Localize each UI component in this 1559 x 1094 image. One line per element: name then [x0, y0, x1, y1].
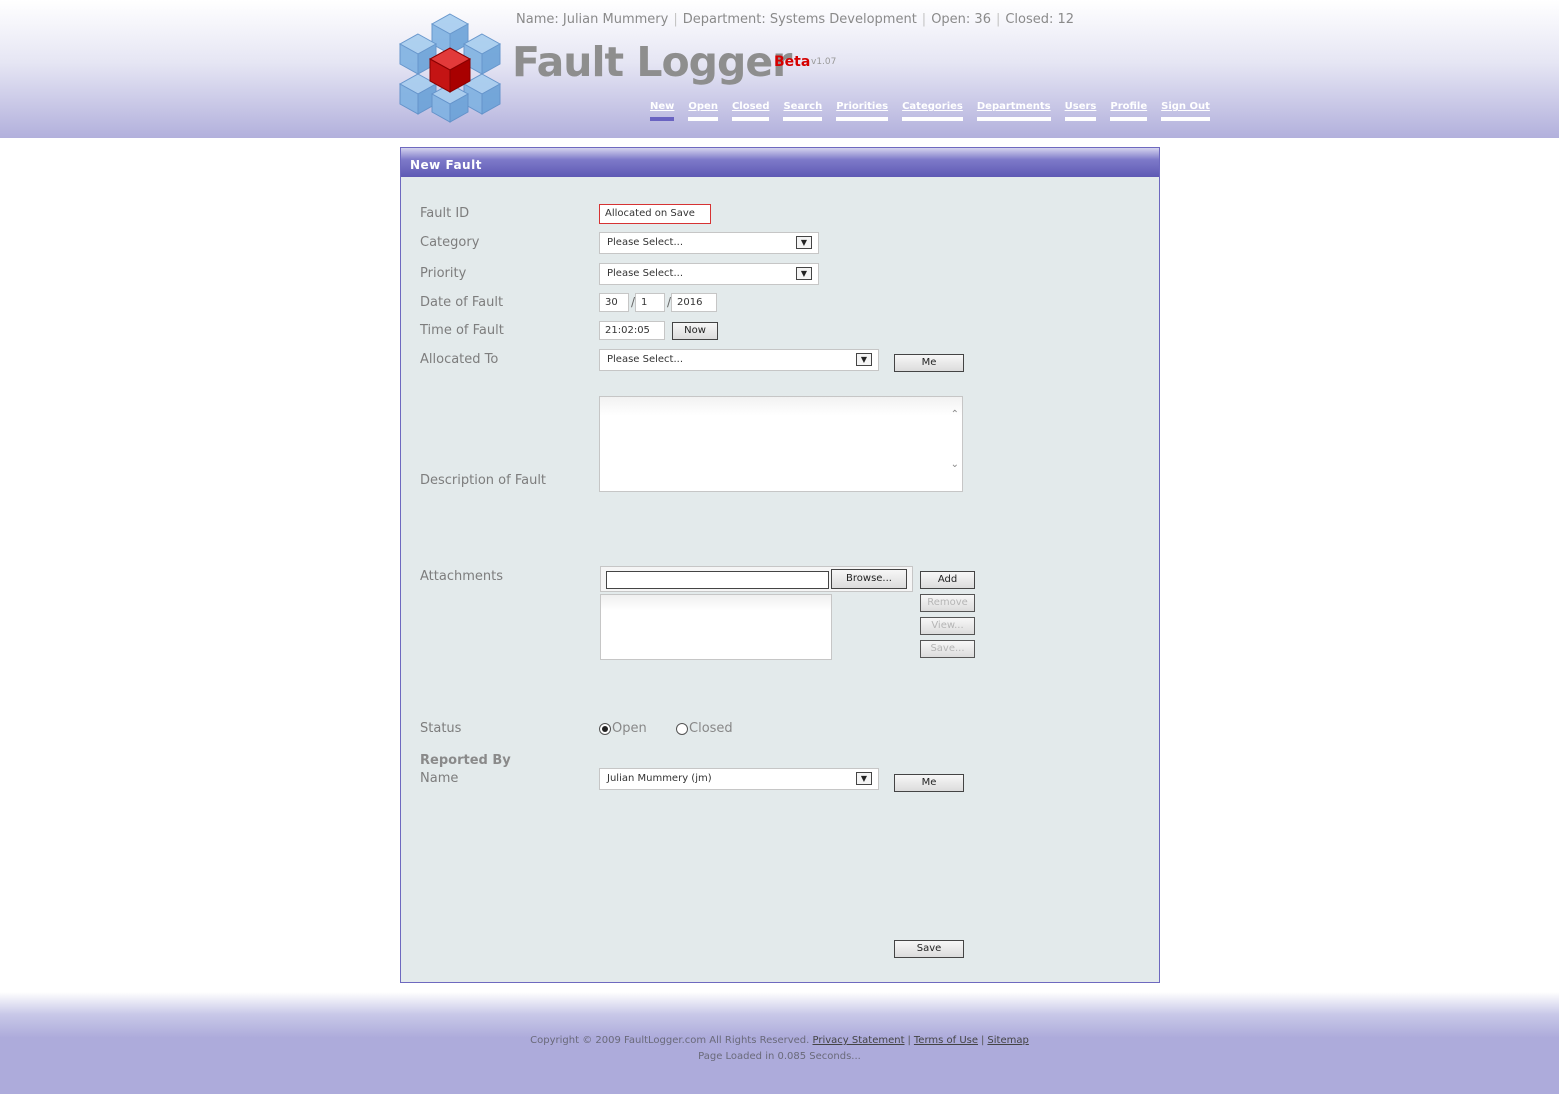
- nav-open[interactable]: Open: [688, 101, 718, 121]
- chevron-down-icon: ▼: [796, 267, 812, 280]
- reported-me-button[interactable]: Me: [894, 774, 964, 792]
- open-count: Open: 36: [931, 12, 991, 27]
- reported-by-select[interactable]: Julian Mummery (jm) ▼: [599, 768, 879, 790]
- reported-by-heading: Reported By: [420, 753, 511, 768]
- closed-count: Closed: 12: [1005, 12, 1075, 27]
- nav-profile[interactable]: Profile: [1110, 101, 1148, 121]
- privacy-statement-link[interactable]: Privacy Statement: [813, 1035, 905, 1046]
- user-info-bar: Name: Julian Mummery | Department: Systems…: [516, 12, 1075, 27]
- now-button[interactable]: Now: [672, 322, 718, 340]
- beta-badge: Beta: [774, 54, 811, 70]
- version-label: v1.07: [811, 57, 837, 67]
- cube-cluster-logo-icon: [398, 13, 502, 123]
- page-header: Name: Julian Mummery | Department: Systems…: [0, 0, 1559, 138]
- file-upload: Browse...: [600, 566, 913, 592]
- chevron-down-icon: ▼: [856, 772, 872, 785]
- nav-priorities[interactable]: Priorities: [836, 101, 889, 121]
- date-of-fault-label: Date of Fault: [420, 295, 504, 310]
- time-input[interactable]: 21:02:05: [599, 321, 665, 340]
- user-name: Name: Julian Mummery: [516, 12, 669, 27]
- nav-users[interactable]: Users: [1064, 101, 1097, 121]
- date-year-input[interactable]: 2016: [671, 293, 717, 312]
- status-label: Status: [420, 721, 462, 736]
- remove-attachment-button[interactable]: Remove: [920, 594, 975, 612]
- category-select-value: Please Select...: [607, 237, 684, 248]
- chevron-down-icon: ▼: [796, 236, 812, 249]
- page-load-time: Page Loaded in 0.085 Seconds...: [698, 1051, 861, 1062]
- copyright-text: Copyright © 2009 FaultLogger.com All Rig…: [530, 1035, 810, 1046]
- nav-closed[interactable]: Closed: [731, 101, 770, 121]
- chevron-down-icon: ▼: [856, 353, 872, 366]
- reported-name-label: Name: [420, 771, 459, 786]
- nav-sign-out[interactable]: Sign Out: [1161, 101, 1210, 121]
- chevron-up-icon[interactable]: ⌃: [951, 409, 959, 420]
- status-closed-radio[interactable]: Closed: [676, 721, 733, 736]
- status-open-label: Open: [612, 721, 647, 736]
- nav-new[interactable]: New: [650, 101, 675, 121]
- category-select[interactable]: Please Select... ▼: [599, 232, 819, 254]
- description-textarea[interactable]: ⌃ ⌄: [599, 396, 963, 492]
- reported-by-select-value: Julian Mummery (jm): [607, 773, 712, 784]
- user-department: Department: Systems Development: [682, 12, 917, 27]
- main-nav: New Open Closed Search Priorities Catego…: [650, 101, 1210, 121]
- browse-button[interactable]: Browse...: [831, 569, 907, 589]
- time-of-fault-label: Time of Fault: [420, 323, 504, 338]
- sitemap-link[interactable]: Sitemap: [987, 1035, 1028, 1046]
- status-open-radio[interactable]: Open: [599, 721, 647, 736]
- category-label: Category: [420, 235, 480, 250]
- date-month-input[interactable]: 1: [635, 293, 665, 312]
- priority-select-value: Please Select...: [607, 268, 684, 279]
- description-label: Description of Fault: [420, 473, 547, 488]
- nav-search[interactable]: Search: [783, 101, 823, 121]
- view-attachment-button[interactable]: View...: [920, 617, 975, 635]
- allocated-to-select-value: Please Select...: [607, 354, 684, 365]
- save-button[interactable]: Save: [894, 940, 964, 958]
- attachments-label: Attachments: [420, 569, 503, 584]
- save-attachment-button[interactable]: Save...: [920, 640, 975, 658]
- file-path-input[interactable]: [606, 571, 829, 589]
- app-title: Fault Logger: [512, 38, 792, 86]
- new-fault-panel: New Fault Fault ID Allocated on Save Cat…: [400, 147, 1160, 983]
- copyright-line: Copyright © 2009 FaultLogger.com All Rig…: [530, 1035, 1029, 1046]
- nav-departments[interactable]: Departments: [976, 101, 1051, 121]
- status-closed-label: Closed: [689, 721, 733, 736]
- chevron-down-icon[interactable]: ⌄: [951, 459, 959, 470]
- priority-select[interactable]: Please Select... ▼: [599, 263, 819, 285]
- nav-categories[interactable]: Categories: [902, 101, 963, 121]
- terms-of-use-link[interactable]: Terms of Use: [914, 1035, 978, 1046]
- radio-unselected-icon: [676, 722, 688, 735]
- fault-id-field: Allocated on Save: [599, 204, 711, 224]
- radio-selected-icon: [599, 722, 611, 735]
- priority-label: Priority: [420, 266, 467, 281]
- attachment-list[interactable]: [600, 594, 832, 660]
- fault-id-label: Fault ID: [420, 206, 470, 221]
- date-day-input[interactable]: 30: [599, 293, 629, 312]
- allocated-to-select[interactable]: Please Select... ▼: [599, 349, 879, 371]
- allocated-to-label: Allocated To: [420, 352, 499, 367]
- add-attachment-button[interactable]: Add: [920, 571, 975, 589]
- panel-title: New Fault: [401, 148, 1159, 177]
- allocated-me-button[interactable]: Me: [894, 354, 964, 372]
